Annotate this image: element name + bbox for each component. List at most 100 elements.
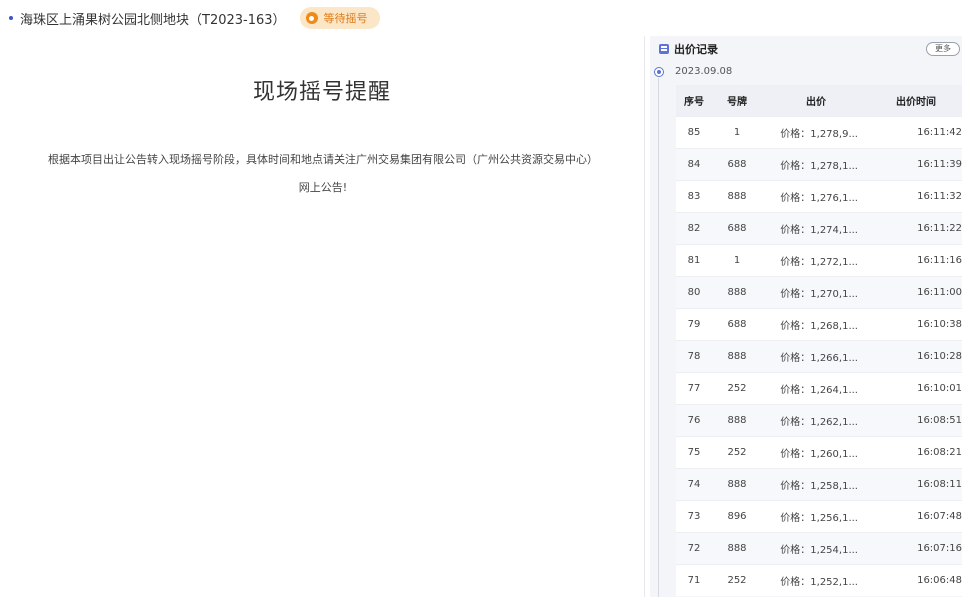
table-row: 78 888 价格：1,266,1... 16:10:28 (676, 340, 962, 373)
parcel-title: 海珠区上涌果树公园北侧地块（T2023-163） (20, 12, 286, 28)
bid-seq-cell: 76 (676, 404, 712, 437)
bid-seq-cell: 78 (676, 340, 712, 373)
bid-plate-cell: 252 (712, 564, 762, 596)
bid-price-cell: 价格：1,278,9... (762, 116, 870, 149)
page-header: 海珠区上涌果树公园北侧地块（T2023-163） 等待摇号 (0, 0, 962, 36)
bid-time-cell: 16:06:48 (870, 564, 962, 596)
bid-price-cell: 价格：1,278,1... (762, 148, 870, 181)
bid-time-cell: 16:10:01 (870, 372, 962, 405)
bid-panel-title: 出价记录 (674, 43, 718, 56)
timeline-line (658, 78, 659, 597)
bid-time-cell: 16:10:28 (870, 340, 962, 373)
record-list-icon (659, 44, 669, 54)
bid-price-cell: 价格：1,264,1... (762, 372, 870, 405)
bid-seq-cell: 82 (676, 212, 712, 245)
table-row: 82 688 价格：1,274,1... 16:11:22 (676, 212, 962, 245)
bid-time-cell: 16:11:22 (870, 212, 962, 245)
title-bullet-icon (9, 16, 13, 20)
bid-price-cell: 价格：1,254,1... (762, 532, 870, 565)
bid-plate-cell: 1 (712, 116, 762, 149)
notice-body: 根据本项目出让公告转入现场摇号阶段，具体时间和地点请关注广州交易集团有限公司（广… (40, 146, 606, 202)
bid-time-cell: 16:10:38 (870, 308, 962, 341)
timeline-dot-icon (654, 67, 664, 77)
bid-time-cell: 16:07:48 (870, 500, 962, 533)
panel-divider (644, 36, 645, 597)
table-row: 71 252 价格：1,252,1... 16:06:48 (676, 564, 962, 596)
table-row: 81 1 价格：1,272,1... 16:11:16 (676, 244, 962, 277)
bid-plate-cell: 896 (712, 500, 762, 533)
bid-plate-cell: 252 (712, 436, 762, 469)
bid-seq-cell: 71 (676, 564, 712, 596)
bid-price-cell: 价格：1,266,1... (762, 340, 870, 373)
status-badge-label: 等待摇号 (323, 12, 368, 25)
table-header-row: 序号 号牌 出价 出价时间 (676, 85, 962, 117)
column-header-price: 出价 (762, 85, 870, 117)
bid-price-cell: 价格：1,268,1... (762, 308, 870, 341)
bid-seq-cell: 85 (676, 116, 712, 149)
bid-table: 序号 号牌 出价 出价时间 85 1 价格：1,278,9... 16:11:42 84… (676, 85, 962, 596)
bid-plate-cell: 888 (712, 404, 762, 437)
table-row: 84 688 价格：1,278,1... 16:11:39 (676, 148, 962, 181)
table-row: 73 896 价格：1,256,1... 16:07:48 (676, 500, 962, 533)
bid-price-cell: 价格：1,276,1... (762, 180, 870, 213)
bid-seq-cell: 79 (676, 308, 712, 341)
notice-body-line: 网上公告! (298, 181, 348, 194)
bid-price-cell: 价格：1,274,1... (762, 212, 870, 245)
bid-plate-cell: 1 (712, 244, 762, 277)
bid-panel-header: 出价记录 更多 (650, 36, 962, 62)
bid-time-cell: 16:11:00 (870, 276, 962, 309)
bid-seq-cell: 81 (676, 244, 712, 277)
bid-time-cell: 16:11:16 (870, 244, 962, 277)
bid-seq-cell: 84 (676, 148, 712, 181)
bid-seq-cell: 73 (676, 500, 712, 533)
bid-price-cell: 价格：1,262,1... (762, 404, 870, 437)
bid-record-panel: 出价记录 更多 2023.09.08 序号 号牌 出价 出价时间 85 1 价格：1… (650, 36, 962, 597)
bid-plate-cell: 888 (712, 468, 762, 501)
bid-time-cell: 16:07:16 (870, 532, 962, 565)
bid-time-cell: 16:11:42 (870, 116, 962, 149)
bid-plate-cell: 688 (712, 308, 762, 341)
bid-seq-cell: 80 (676, 276, 712, 309)
bid-date: 2023.09.08 (675, 66, 733, 77)
status-badge: 等待摇号 (299, 7, 380, 29)
bid-seq-cell: 74 (676, 468, 712, 501)
table-row: 80 888 价格：1,270,1... 16:11:00 (676, 276, 962, 309)
table-row: 83 888 价格：1,276,1... 16:11:32 (676, 180, 962, 213)
table-row: 85 1 价格：1,278,9... 16:11:42 (676, 116, 962, 149)
notice-body-line: 根据本项目出让公告转入现场摇号阶段，具体时间和地点请关注广州交易集团有限公司（广… (48, 153, 598, 166)
bid-seq-cell: 72 (676, 532, 712, 565)
notice-title: 现场摇号提醒 (252, 80, 391, 105)
bid-plate-cell: 888 (712, 276, 762, 309)
table-row: 74 888 价格：1,258,1... 16:08:11 (676, 468, 962, 501)
bid-price-cell: 价格：1,258,1... (762, 468, 870, 501)
column-header-time: 出价时间 (870, 85, 962, 117)
more-button[interactable]: 更多 (926, 42, 960, 56)
table-row: 72 888 价格：1,254,1... 16:07:16 (676, 532, 962, 565)
bid-price-cell: 价格：1,260,1... (762, 436, 870, 469)
table-row: 79 688 价格：1,268,1... 16:10:38 (676, 308, 962, 341)
table-row: 77 252 价格：1,264,1... 16:10:01 (676, 372, 962, 405)
bid-time-cell: 16:08:51 (870, 404, 962, 437)
column-header-plate: 号牌 (712, 85, 762, 117)
bid-price-cell: 价格：1,256,1... (762, 500, 870, 533)
status-dot-icon (305, 12, 318, 24)
column-header-seq: 序号 (676, 85, 712, 117)
bid-price-cell: 价格：1,252,1... (762, 564, 870, 596)
bid-time-cell: 16:11:32 (870, 180, 962, 213)
bid-price-cell: 价格：1,270,1... (762, 276, 870, 309)
bid-plate-cell: 888 (712, 340, 762, 373)
bid-time-cell: 16:08:21 (870, 436, 962, 469)
table-row: 75 252 价格：1,260,1... 16:08:21 (676, 436, 962, 469)
table-row: 76 888 价格：1,262,1... 16:08:51 (676, 404, 962, 437)
bid-time-cell: 16:11:39 (870, 148, 962, 181)
bid-plate-cell: 888 (712, 532, 762, 565)
bid-plate-cell: 888 (712, 180, 762, 213)
bid-price-cell: 价格：1,272,1... (762, 244, 870, 277)
bid-plate-cell: 252 (712, 372, 762, 405)
bid-seq-cell: 75 (676, 436, 712, 469)
bid-seq-cell: 77 (676, 372, 712, 405)
bid-seq-cell: 83 (676, 180, 712, 213)
bid-plate-cell: 688 (712, 148, 762, 181)
bid-time-cell: 16:08:11 (870, 468, 962, 501)
bid-plate-cell: 688 (712, 212, 762, 245)
